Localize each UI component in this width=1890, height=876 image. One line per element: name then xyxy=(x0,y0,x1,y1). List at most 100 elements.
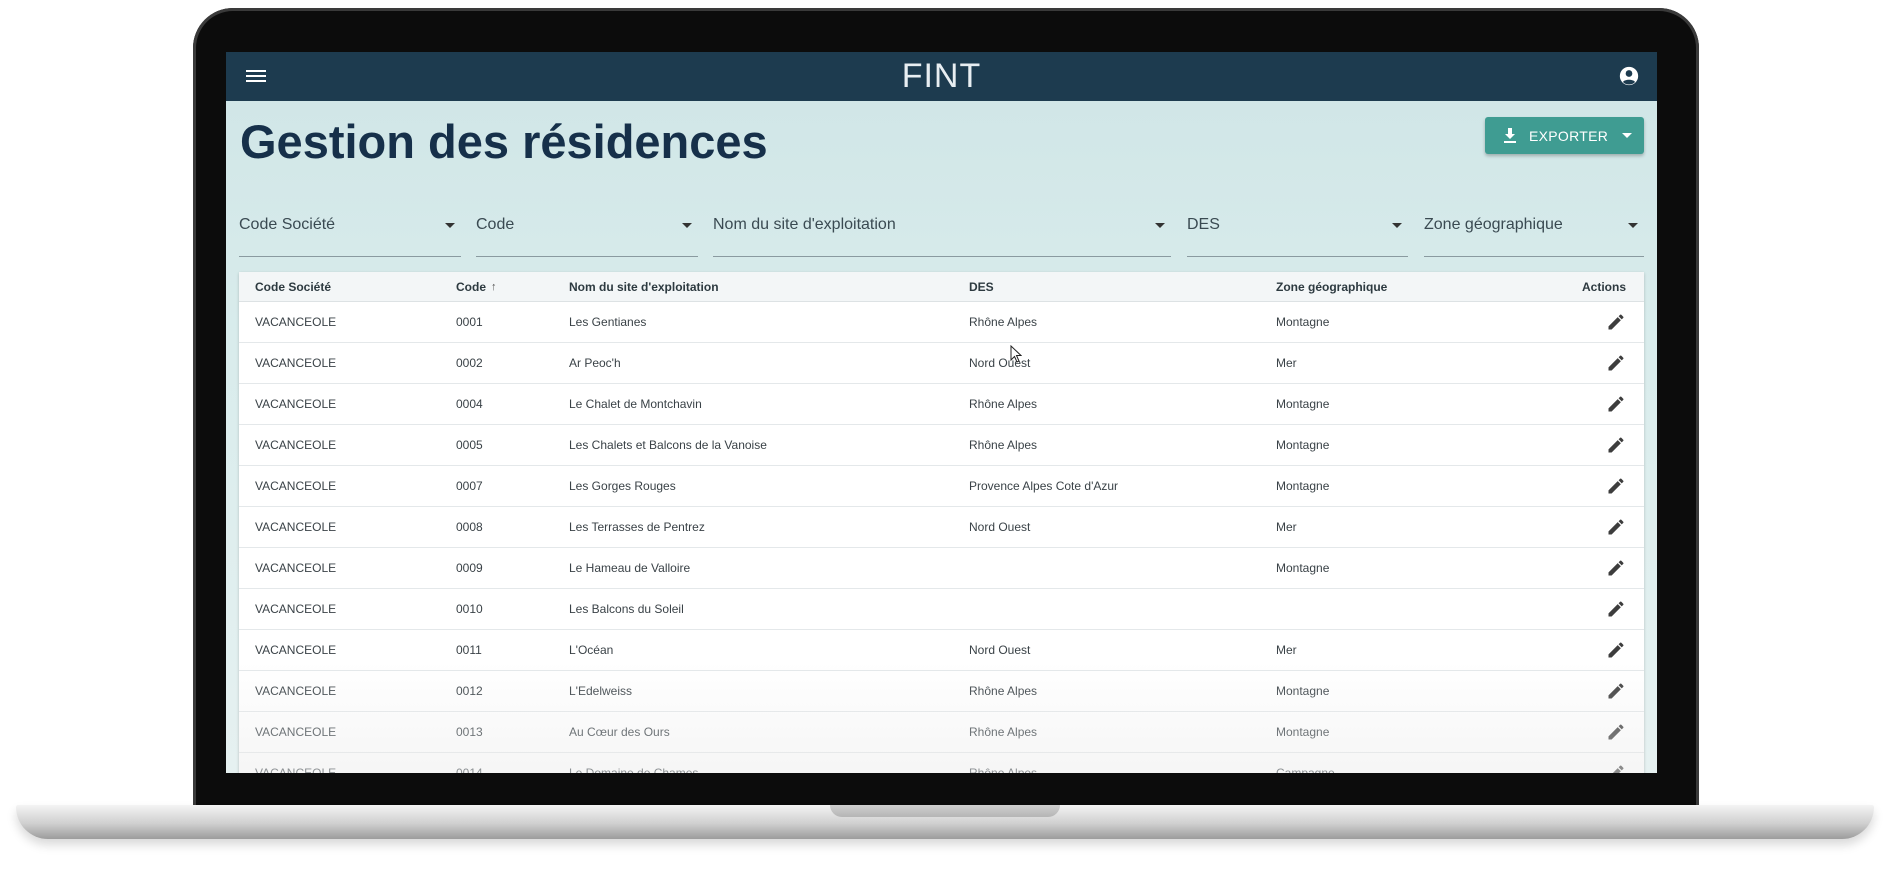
cell-nom-site: Le Domaine de Chames xyxy=(569,766,699,773)
pencil-icon xyxy=(1608,724,1624,740)
cell-code-societe: VACANCEOLE xyxy=(255,397,337,411)
cell-code-societe: VACANCEOLE xyxy=(255,684,337,698)
cell-des: Rhône Alpes xyxy=(969,315,1038,329)
edit-button[interactable] xyxy=(1606,384,1626,424)
cell-code: 0014 xyxy=(456,766,483,773)
edit-button[interactable] xyxy=(1606,589,1626,629)
column-header-code-societe[interactable]: Code Société xyxy=(255,272,331,301)
cell-code: 0002 xyxy=(456,356,483,370)
table-row[interactable]: VACANCEOLE 0004 Le Chalet de Montchavin Rhô… xyxy=(239,384,1644,425)
filter-label: DES xyxy=(1187,216,1220,233)
cell-nom-site: Les Gentianes xyxy=(569,315,647,329)
pencil-icon xyxy=(1608,314,1624,330)
export-button[interactable]: EXPORTER xyxy=(1485,117,1644,154)
edit-button[interactable] xyxy=(1606,548,1626,588)
edit-button[interactable] xyxy=(1606,343,1626,383)
laptop-notch xyxy=(830,805,1060,817)
cell-code: 0008 xyxy=(456,520,483,534)
column-header-nom-site[interactable]: Nom du site d'exploitation xyxy=(569,272,719,301)
edit-button[interactable] xyxy=(1606,712,1626,752)
column-header-zone[interactable]: Zone géographique xyxy=(1276,272,1387,301)
account-circle-icon[interactable] xyxy=(1619,66,1639,86)
cell-code: 0013 xyxy=(456,725,483,739)
edit-button[interactable] xyxy=(1606,466,1626,506)
filter-zone[interactable]: Zone géographique xyxy=(1424,216,1644,257)
cell-nom-site: Le Hameau de Valloire xyxy=(569,561,691,575)
column-header-des[interactable]: DES xyxy=(969,272,994,301)
cell-zone: Campagne xyxy=(1276,766,1335,773)
cell-code-societe: VACANCEOLE xyxy=(255,561,337,575)
cell-des: Rhône Alpes xyxy=(969,438,1038,452)
cell-code-societe: VACANCEOLE xyxy=(255,643,337,657)
cell-nom-site: L'Océan xyxy=(569,643,614,657)
cell-des: Provence Alpes Cote d'Azur xyxy=(969,479,1119,493)
cell-des: Rhône Alpes xyxy=(969,397,1038,411)
edit-button[interactable] xyxy=(1606,425,1626,465)
column-header-code[interactable]: Code ↑ xyxy=(456,272,497,301)
cell-code: 0010 xyxy=(456,602,483,616)
cell-des: Nord Ouest xyxy=(969,520,1031,534)
edit-button[interactable] xyxy=(1606,302,1626,342)
cell-code: 0009 xyxy=(456,561,483,575)
cell-des: Rhône Alpes xyxy=(969,725,1038,739)
table-header: Code Société Code ↑ Nom du site d'exploi… xyxy=(239,272,1644,302)
chevron-down-icon xyxy=(445,223,455,228)
cell-nom-site: Ar Peoc'h xyxy=(569,356,621,370)
pencil-icon xyxy=(1608,642,1624,658)
cell-code-societe: VACANCEOLE xyxy=(255,725,337,739)
chevron-down-icon xyxy=(1628,223,1638,228)
cell-zone: Montagne xyxy=(1276,315,1330,329)
cell-zone: Montagne xyxy=(1276,479,1330,493)
filter-code[interactable]: Code xyxy=(476,216,698,257)
table-row[interactable]: VACANCEOLE 0007 Les Gorges Rouges Provence … xyxy=(239,466,1644,507)
table-row[interactable]: VACANCEOLE 0014 Le Domaine de Chames Rhône … xyxy=(239,753,1644,773)
app-title: FINT xyxy=(901,57,982,95)
pencil-icon xyxy=(1608,560,1624,576)
cell-code: 0007 xyxy=(456,479,483,493)
cell-zone: Mer xyxy=(1276,643,1297,657)
cell-nom-site: Les Terrasses de Pentrez xyxy=(569,520,705,534)
sort-arrow-up-icon: ↑ xyxy=(491,280,497,293)
cell-zone: Montagne xyxy=(1276,561,1330,575)
download-icon xyxy=(1504,127,1516,143)
cell-code-societe: VACANCEOLE xyxy=(255,315,337,329)
cell-code: 0001 xyxy=(456,315,483,329)
cell-zone: Montagne xyxy=(1276,397,1330,411)
cell-code-societe: VACANCEOLE xyxy=(255,356,337,370)
chevron-down-icon xyxy=(682,223,692,228)
cell-code-societe: VACANCEOLE xyxy=(255,438,337,452)
pencil-icon xyxy=(1608,437,1624,453)
table-row[interactable]: VACANCEOLE 0009 Le Hameau de Valloire Monta… xyxy=(239,548,1644,589)
table-row[interactable]: VACANCEOLE 0010 Les Balcons du Soleil xyxy=(239,589,1644,630)
cell-code-societe: VACANCEOLE xyxy=(255,766,337,773)
filter-label: Nom du site d'exploitation xyxy=(713,216,896,233)
table-row[interactable]: VACANCEOLE 0001 Les Gentianes Rhône Alpes Mo… xyxy=(239,302,1644,343)
cell-code-societe: VACANCEOLE xyxy=(255,602,337,616)
filter-code-societe[interactable]: Code Société xyxy=(239,216,461,257)
filter-nom-site[interactable]: Nom du site d'exploitation xyxy=(713,216,1171,257)
cell-zone: Montagne xyxy=(1276,438,1330,452)
edit-button[interactable] xyxy=(1606,630,1626,670)
cell-des: Nord Ouest xyxy=(969,643,1031,657)
filter-label: Code Société xyxy=(239,216,336,233)
cell-zone: Mer xyxy=(1276,520,1297,534)
edit-button[interactable] xyxy=(1606,753,1626,773)
export-label: EXPORTER xyxy=(1529,127,1609,144)
pencil-icon xyxy=(1608,683,1624,699)
filter-des[interactable]: DES xyxy=(1187,216,1408,257)
table-row[interactable]: VACANCEOLE 0013 Au Cœur des Ours Rhône Alpe… xyxy=(239,712,1644,753)
table-row[interactable]: VACANCEOLE 0002 Ar Peoc'h Nord Ouest Mer xyxy=(239,343,1644,384)
cell-nom-site: Le Chalet de Montchavin xyxy=(569,397,702,411)
cell-zone: Montagne xyxy=(1276,684,1330,698)
table-row[interactable]: VACANCEOLE 0012 L'Edelweiss Rhône Alpes Mont… xyxy=(239,671,1644,712)
table-row[interactable]: VACANCEOLE 0011 L'Océan Nord Ouest Mer xyxy=(239,630,1644,671)
cell-code: 0004 xyxy=(456,397,483,411)
table-row[interactable]: VACANCEOLE 0005 Les Chalets et Balcons de … xyxy=(239,425,1644,466)
edit-button[interactable] xyxy=(1606,507,1626,547)
table-row[interactable]: VACANCEOLE 0008 Les Terrasses de Pentrez No… xyxy=(239,507,1644,548)
pencil-icon xyxy=(1608,519,1624,535)
edit-button[interactable] xyxy=(1606,671,1626,711)
cell-code: 0012 xyxy=(456,684,483,698)
cell-code: 0011 xyxy=(456,643,482,657)
cell-zone: Mer xyxy=(1276,356,1297,370)
